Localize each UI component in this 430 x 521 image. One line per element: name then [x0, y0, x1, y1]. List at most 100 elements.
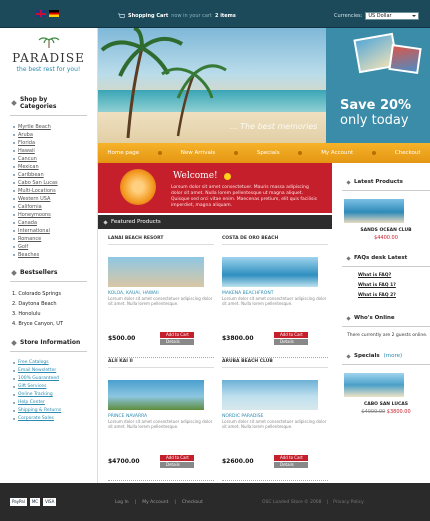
uk-flag-icon[interactable]	[36, 10, 46, 17]
info-link[interactable]: Corporate Sales	[13, 415, 97, 423]
product-name[interactable]: ARUBA BEACH CLUB	[222, 359, 328, 368]
nav-checkout[interactable]: Checkout	[395, 150, 421, 156]
nav-specials[interactable]: Specials	[257, 150, 280, 156]
faq-link[interactable]: What is FAQ 2?	[342, 291, 430, 301]
category-link[interactable]: Hawaii	[13, 147, 97, 155]
details-button[interactable]: Details	[274, 462, 308, 468]
category-link[interactable]: International	[13, 227, 97, 235]
store-info-list: Free Catalogs Email Newsletter 100% Guar…	[0, 359, 97, 423]
special-product-name[interactable]: CABO SAN LUCAS	[342, 402, 430, 407]
info-link[interactable]: Online Tracking	[13, 391, 97, 399]
info-link[interactable]: Gift Services	[13, 383, 97, 391]
faq-heading: FAQs desk Latest	[342, 255, 430, 261]
cart-title[interactable]: Shopping Cart	[128, 13, 168, 19]
divider	[10, 351, 87, 352]
details-button[interactable]: Details	[160, 462, 194, 468]
de-flag-icon[interactable]	[49, 10, 59, 17]
category-link[interactable]: Beaches	[13, 251, 97, 259]
mastercard-icon: MC	[29, 498, 41, 506]
info-link[interactable]: Free Catalogs	[13, 359, 97, 367]
category-link[interactable]: Cancun	[13, 155, 97, 163]
product-card: LANAI BEACH RESORT KOLOA, KAUAI, HAWAII …	[108, 236, 214, 358]
product-description: Lorsum dolor sit amet consectetuer adipi…	[222, 296, 327, 306]
footer-login-link[interactable]: Log In	[115, 500, 129, 505]
hero-banner[interactable]: ... The best memories Save 20% only toda…	[98, 28, 430, 143]
category-link[interactable]: Florida	[13, 139, 97, 147]
category-link[interactable]: Aruba	[13, 131, 97, 139]
product-image[interactable]	[108, 380, 204, 410]
nav-separator-icon	[157, 151, 162, 155]
category-link[interactable]: Multi-Locations	[13, 187, 97, 195]
product-name[interactable]: COSTA DE ORO BEACH	[222, 236, 328, 245]
store-info-box: Store Information Free Catalogs Email Ne…	[0, 339, 97, 423]
product-image[interactable]	[222, 257, 318, 287]
welcome-title: Welcome!	[173, 171, 218, 181]
add-to-cart-button[interactable]: Add to Cart	[160, 455, 194, 461]
category-link[interactable]: Western USA	[13, 195, 97, 203]
info-link[interactable]: 100% Guaranteed	[13, 375, 97, 383]
paypal-icon: PayPal	[10, 498, 27, 506]
add-to-cart-button[interactable]: Add to Cart	[160, 332, 194, 338]
footer-account-link[interactable]: My Account	[142, 500, 168, 505]
logo[interactable]: PARADISE the best rest for you!	[0, 28, 97, 86]
latest-product-image[interactable]	[344, 199, 404, 223]
latest-product-name[interactable]: SANDS OCEAN CLUB	[342, 228, 430, 233]
nav-my-account[interactable]: My Account	[321, 150, 353, 156]
special-product-image[interactable]	[344, 373, 404, 397]
category-link[interactable]: Myrtle Beach	[13, 123, 97, 131]
product-image[interactable]	[222, 380, 318, 410]
categories-heading: Shop by Categories	[0, 96, 97, 110]
bestsellers-list: 1. Colorado Springs 2. Daytona Beach 3. …	[0, 289, 97, 329]
currency-select[interactable]: US Dollar	[365, 12, 420, 20]
product-price: $3800.00	[222, 335, 254, 342]
product-name[interactable]: LANAI BEACH RESORT	[108, 236, 214, 245]
bestsellers-box: Bestsellers 1. Colorado Springs 2. Dayto…	[0, 269, 97, 329]
cart-icon	[118, 13, 125, 18]
right-sidebar: Latest Products SANDS OCEAN CLUB $4400.0…	[342, 163, 430, 415]
details-button[interactable]: Details	[160, 339, 194, 345]
product-image[interactable]	[108, 257, 204, 287]
specials-more-link[interactable]: (more)	[384, 353, 403, 359]
privacy-policy-link[interactable]: Privacy Policy	[333, 500, 364, 505]
category-link[interactable]: Romance	[13, 235, 97, 243]
product-card: ARUBA BEACH CLUB NORDIC PARADISE Lorsum …	[222, 359, 328, 481]
nav-new-arrivals[interactable]: New Arrivals	[181, 150, 215, 156]
special-old-price: $4000.00	[361, 409, 386, 415]
bullet-icon	[346, 353, 351, 359]
category-link[interactable]: Honeymoons	[13, 211, 97, 219]
shopping-cart-summary[interactable]: Shopping Cart now in your cart 2 items	[118, 13, 236, 19]
category-link[interactable]: Golf	[13, 243, 97, 251]
info-link[interactable]: Email Newsletter	[13, 367, 97, 375]
smiley-icon	[224, 173, 231, 180]
add-to-cart-button[interactable]: Add to Cart	[274, 455, 308, 461]
category-link[interactable]: California	[13, 203, 97, 211]
faq-link[interactable]: What is FAQ 1?	[342, 281, 430, 291]
nav-home[interactable]: Home page	[107, 150, 139, 156]
product-name[interactable]: ALII KAI II	[108, 359, 214, 368]
category-link[interactable]: Mexican	[13, 163, 97, 171]
banner-tagline: ... The best memories	[230, 122, 318, 131]
specials-title: Specials	[354, 353, 380, 359]
add-to-cart-button[interactable]: Add to Cart	[274, 332, 308, 338]
info-link[interactable]: Shipping & Returns	[13, 407, 97, 415]
details-button[interactable]: Details	[274, 339, 308, 345]
orange-slice-image	[120, 169, 156, 205]
category-link[interactable]: Canada	[13, 219, 97, 227]
category-link[interactable]: Caribbean	[13, 171, 97, 179]
divider	[342, 266, 430, 267]
bestseller-item[interactable]: 4. Bryce Canyon, UT	[12, 319, 97, 329]
product-description: Lorsum dolor sit amet consectetuer adipi…	[108, 296, 213, 306]
footer-separator: |	[326, 500, 329, 505]
divider	[342, 364, 430, 365]
palm-tree-icon	[38, 37, 59, 48]
bullet-icon	[11, 100, 17, 106]
info-link[interactable]: Help Center	[13, 399, 97, 407]
footer-checkout-link[interactable]: Checkout	[182, 500, 203, 505]
faq-link[interactable]: What is FAQ?	[342, 271, 430, 281]
bestseller-item[interactable]: 2. Daytona Beach	[12, 299, 97, 309]
bestseller-item[interactable]: 3. Honolulu	[12, 309, 97, 319]
category-link[interactable]: Cabo San Lucas	[13, 179, 97, 187]
store-info-heading: Store Information	[0, 339, 97, 346]
categories-title: Shop by Categories	[19, 96, 57, 110]
bestseller-item[interactable]: 1. Colorado Springs	[12, 289, 97, 299]
